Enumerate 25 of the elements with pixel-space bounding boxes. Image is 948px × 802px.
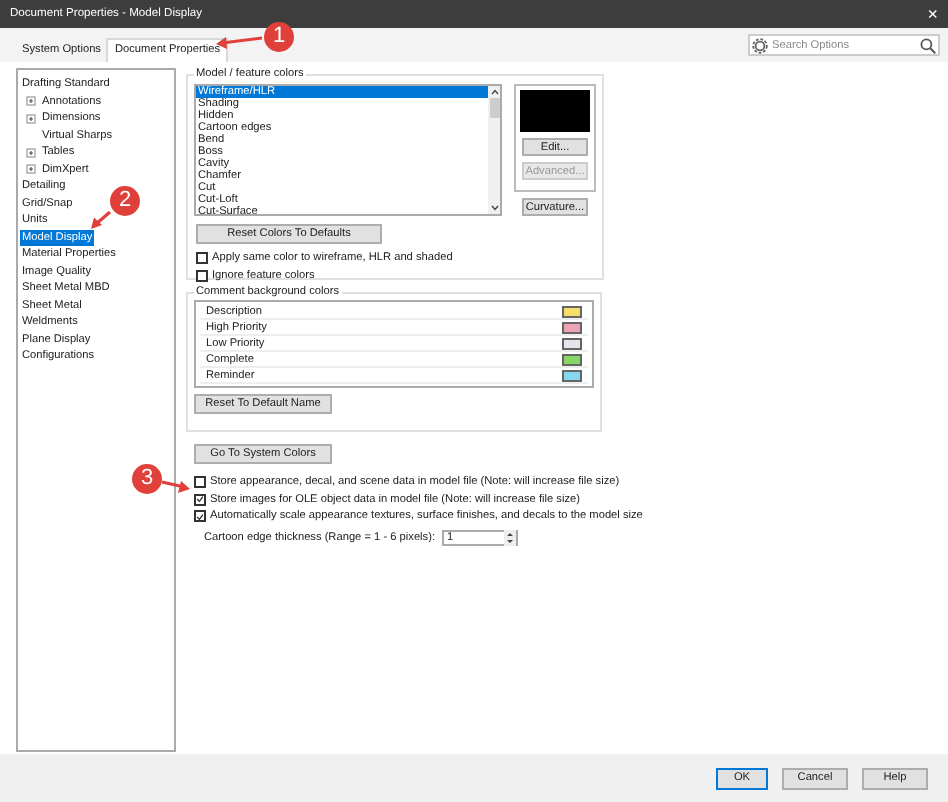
color-swatch[interactable] (562, 321, 582, 333)
color-swatch[interactable] (562, 353, 582, 365)
scrollbar-thumb[interactable] (489, 98, 499, 118)
checkbox[interactable] (194, 476, 206, 489)
callout-arrow (216, 30, 264, 50)
callout-arrow (90, 210, 112, 230)
scrollbar[interactable] (488, 86, 500, 214)
checkbox[interactable] (194, 510, 206, 523)
color-swatch[interactable] (562, 337, 582, 349)
chevron-down-icon (489, 204, 499, 212)
close-button[interactable]: × (927, 5, 938, 23)
callout-arrow (160, 478, 190, 496)
chevron-up-icon (489, 88, 499, 96)
expand-icon[interactable] (26, 164, 36, 175)
color-preview (520, 90, 590, 132)
expand-icon[interactable] (26, 113, 36, 124)
color-swatch[interactable] (562, 369, 582, 381)
checkbox[interactable] (196, 269, 208, 282)
checkbox[interactable] (194, 493, 206, 506)
search-icon (920, 37, 936, 53)
checkbox[interactable] (196, 252, 208, 265)
expand-icon[interactable] (26, 96, 36, 107)
expand-icon[interactable] (26, 147, 36, 158)
color-swatch[interactable] (562, 305, 582, 317)
spin-arrows-icon (503, 529, 516, 545)
